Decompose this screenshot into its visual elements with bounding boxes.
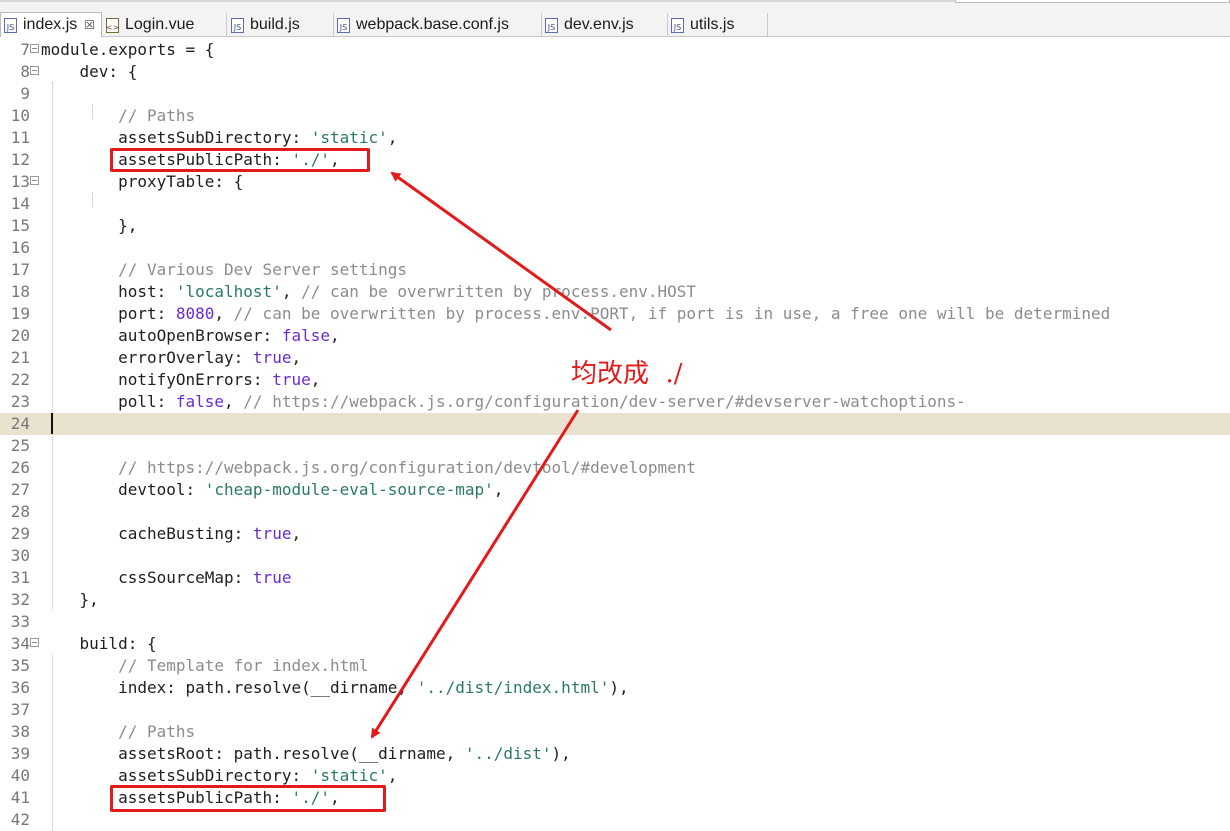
arrow-to-line-41 <box>370 409 580 739</box>
annotation-label: 均改成 ./ <box>571 359 683 389</box>
annotation-arrows <box>370 171 612 739</box>
arrow-to-line-12 <box>390 171 612 332</box>
